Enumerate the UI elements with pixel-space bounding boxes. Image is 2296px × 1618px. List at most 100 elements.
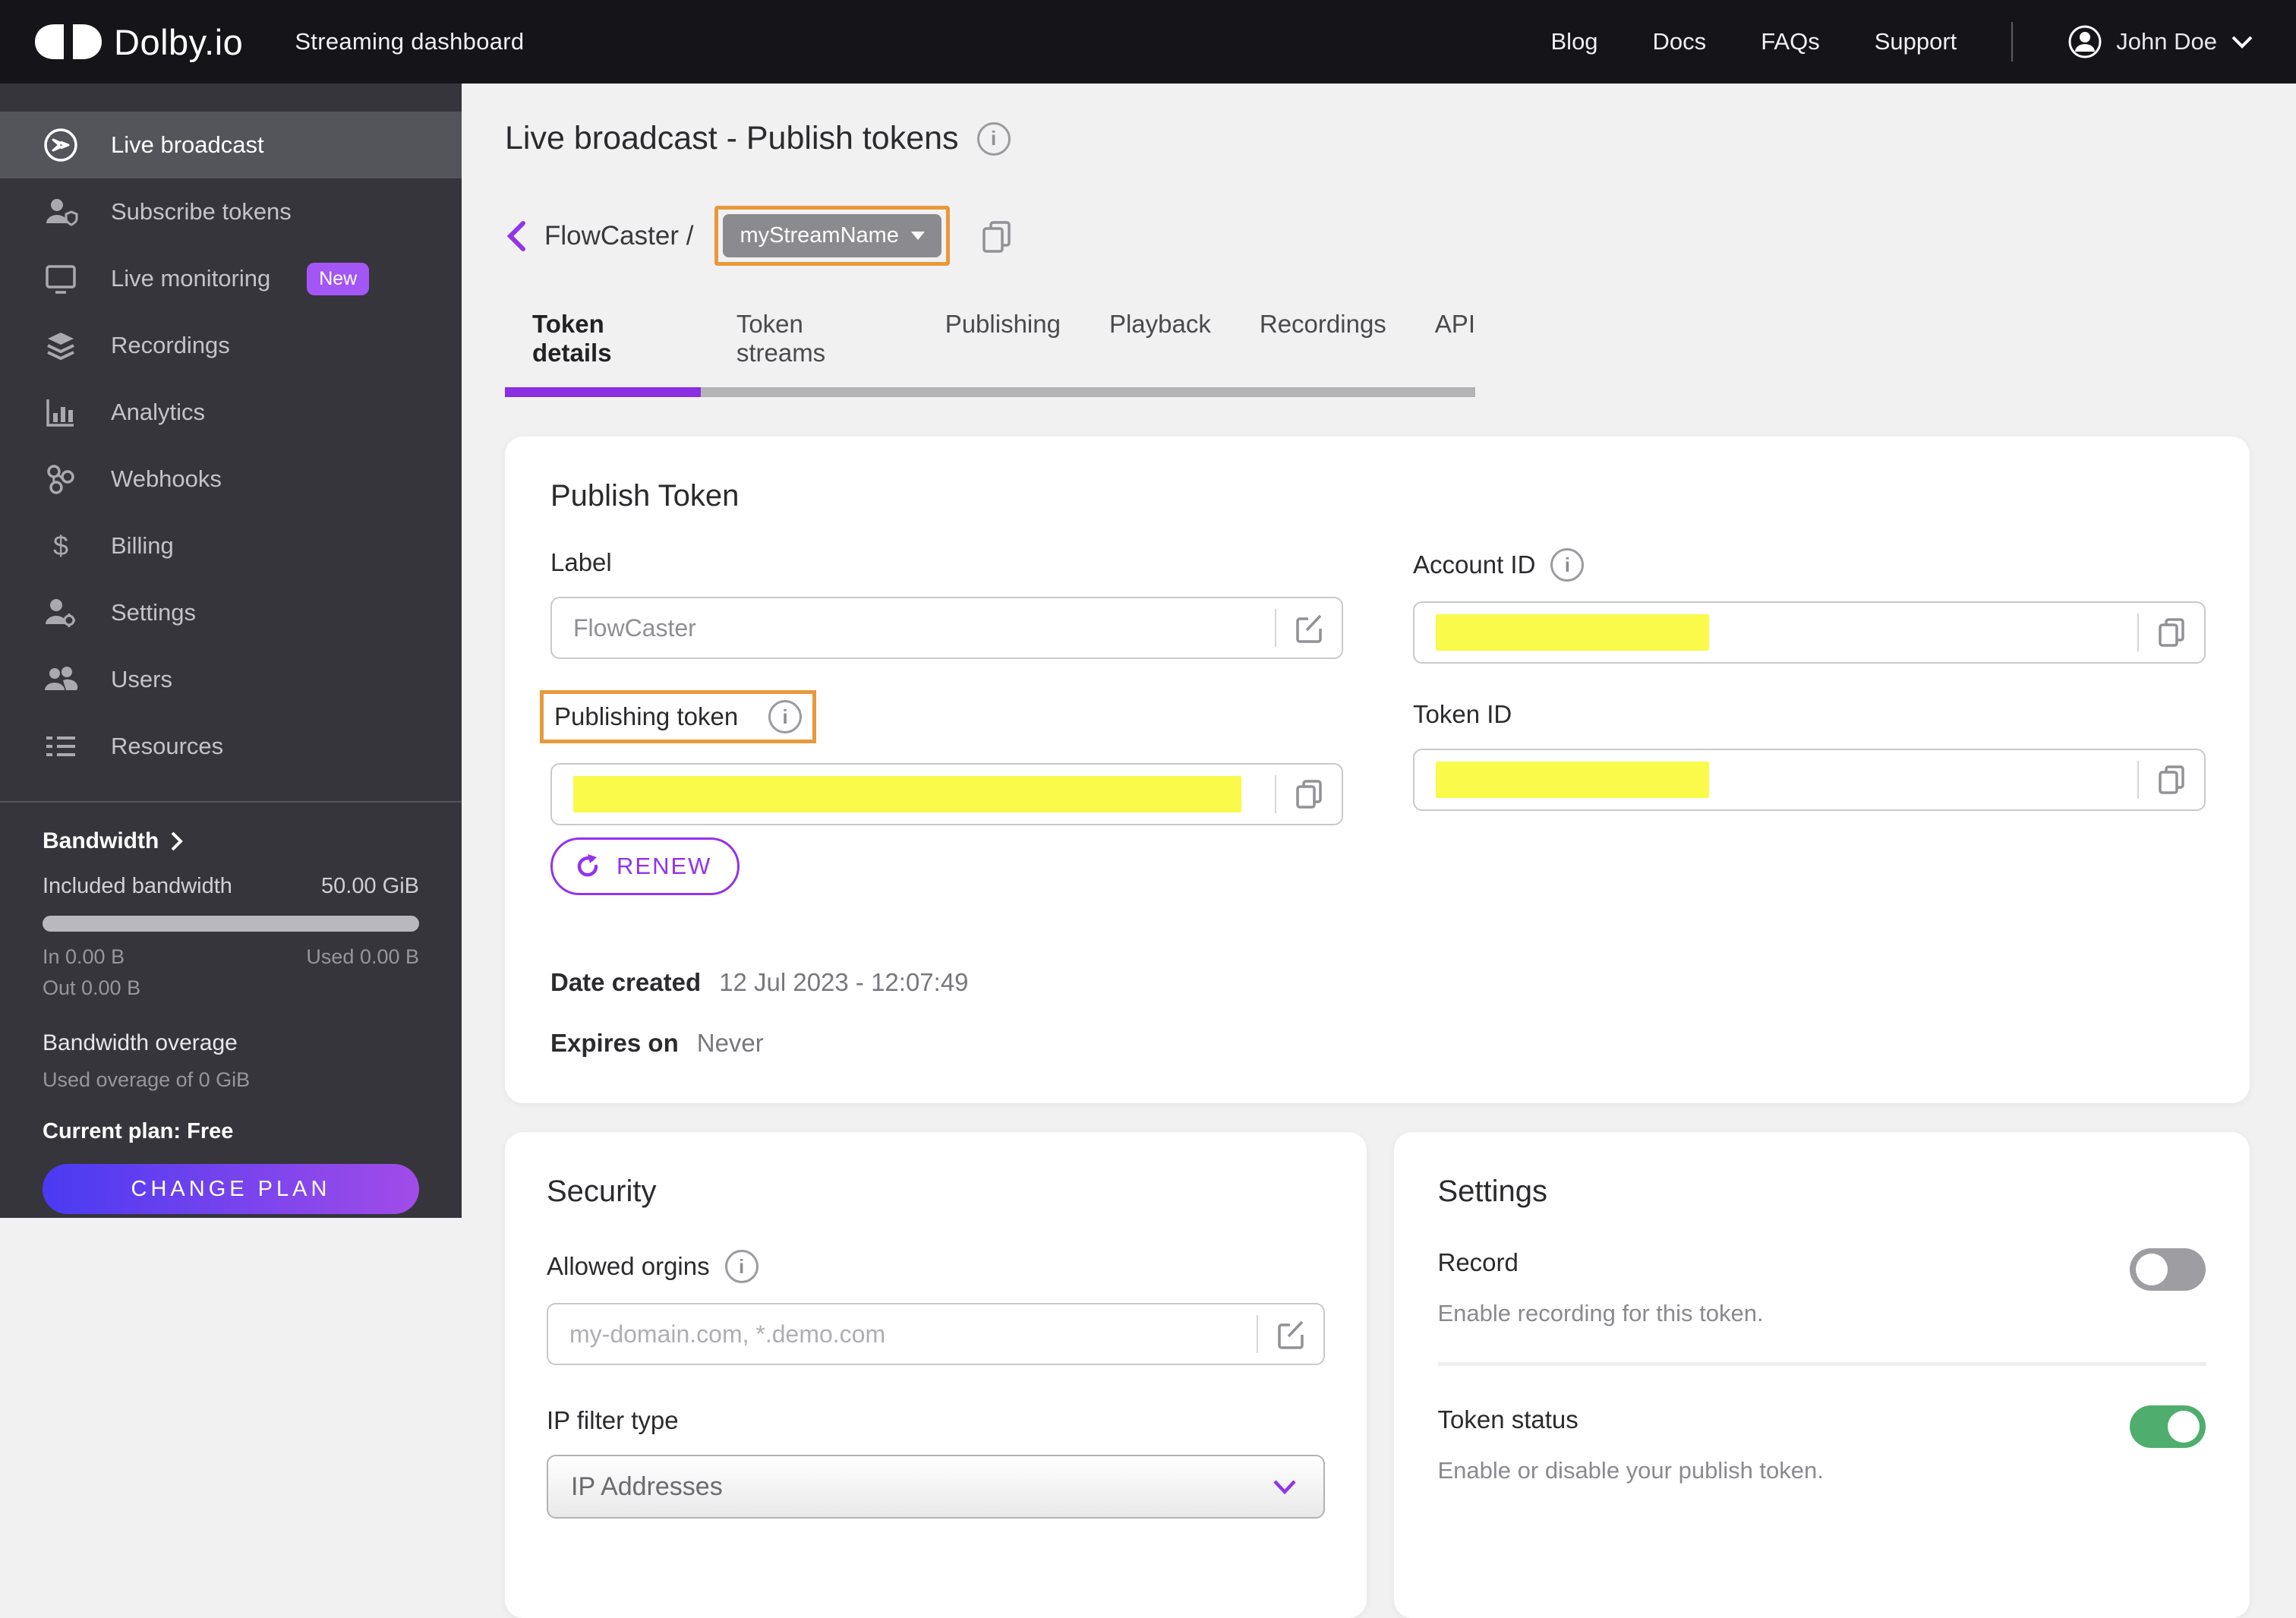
publishing-token-info-icon[interactable]: i — [768, 700, 803, 733]
sidebar-item-label: Resources — [111, 733, 224, 759]
account-id-input[interactable] — [1413, 601, 2206, 664]
publishing-token-input[interactable] — [550, 763, 1343, 825]
copy-token-id-button[interactable] — [2154, 762, 2189, 797]
publishing-token-field: Publishing token i RENEW — [540, 690, 1343, 895]
input-divider — [1275, 609, 1276, 647]
input-divider — [2137, 761, 2139, 799]
token-id-field: Token ID — [1413, 700, 2206, 895]
sidebar-item-billing[interactable]: $ Billing — [0, 513, 462, 579]
broadcast-icon — [43, 127, 79, 163]
edit-origins-button[interactable] — [1273, 1317, 1308, 1351]
copy-account-id-button[interactable] — [2154, 615, 2189, 650]
sidebar-item-live-monitoring[interactable]: Live monitoring New — [0, 245, 462, 312]
token-id-redacted-value — [1436, 762, 1709, 798]
publishing-token-redacted-value — [573, 776, 1241, 812]
nav-docs[interactable]: Docs — [1653, 28, 1707, 55]
tab-underline-active — [505, 387, 701, 397]
bandwidth-overage-detail: Used overage of 0 GiB — [43, 1068, 251, 1091]
change-plan-button[interactable]: CHANGE PLAN — [43, 1164, 419, 1214]
publish-token-title: Publish Token — [550, 479, 740, 513]
sidebar-item-label: Recordings — [111, 332, 230, 358]
bandwidth-header[interactable]: Bandwidth — [43, 828, 419, 854]
dolby-logo-icon — [35, 24, 102, 59]
back-chevron-icon[interactable] — [505, 219, 528, 253]
sidebar-item-subscribe-tokens[interactable]: Subscribe tokens — [0, 178, 462, 245]
input-divider — [2137, 613, 2139, 651]
sidebar-item-label: Subscribe tokens — [111, 198, 292, 225]
expires-on-value: Never — [696, 1029, 764, 1057]
sidebar-item-live-broadcast[interactable]: Live broadcast — [0, 112, 462, 178]
account-id-info-icon[interactable]: i — [1550, 548, 1585, 582]
account-id-redacted-value — [1436, 614, 1709, 651]
ip-filter-type-label: IP filter type — [547, 1406, 679, 1434]
person-gear-icon — [43, 595, 79, 630]
sidebar-item-label: Analytics — [111, 399, 206, 425]
ip-filter-select[interactable]: IP Addresses — [547, 1455, 1325, 1519]
ip-filter-value: IP Addresses — [571, 1471, 723, 1501]
sidebar-item-recordings[interactable]: Recordings — [0, 312, 462, 379]
select-chevron-down-icon — [1273, 1480, 1296, 1495]
current-plan-label: Current plan: Free — [43, 1119, 234, 1143]
allowed-origins-input[interactable] — [547, 1303, 1325, 1365]
tab-token-details[interactable]: Token details — [532, 310, 688, 387]
sidebar: Live broadcast Subscribe tokens Live mon… — [0, 84, 462, 1218]
settings-card: Settings Record Enable recording for thi… — [1393, 1132, 2250, 1618]
tab-bar: Token details Token streams Publishing P… — [505, 310, 1475, 397]
user-menu[interactable]: John Doe — [2067, 24, 2253, 59]
allowed-origins-info-icon[interactable]: i — [724, 1250, 758, 1283]
bandwidth-used: Used 0.00 B — [306, 945, 419, 968]
chevron-right-icon — [171, 831, 184, 851]
label-input-value: FlowCaster — [573, 613, 696, 642]
date-created-value: 12 Jul 2023 - 12:07:49 — [719, 968, 969, 996]
stream-name-dropdown[interactable]: myStreamName — [723, 214, 941, 257]
sidebar-item-label: Billing — [111, 532, 174, 559]
token-status-description: Enable or disable your publish token. — [1437, 1457, 1824, 1484]
nav-faqs[interactable]: FAQs — [1761, 28, 1820, 55]
tab-api[interactable]: API — [1435, 310, 1475, 387]
token-id-input[interactable] — [1413, 749, 2206, 811]
nav-blog[interactable]: Blog — [1551, 28, 1598, 55]
sidebar-item-label: Webhooks — [111, 465, 222, 492]
label-input[interactable]: FlowCaster — [550, 597, 1343, 659]
sidebar-item-resources[interactable]: Resources — [0, 713, 462, 780]
sidebar-item-settings[interactable]: Settings — [0, 579, 462, 646]
tab-token-streams[interactable]: Token streams — [736, 310, 897, 387]
new-badge: New — [307, 262, 370, 295]
security-card: Security Allowed orgins i IP filter type… — [505, 1132, 1367, 1618]
allowed-origins-text-input[interactable] — [569, 1320, 1241, 1348]
edit-label-button[interactable] — [1292, 610, 1326, 645]
sidebar-nav: Live broadcast Subscribe tokens Live mon… — [0, 84, 462, 780]
sidebar-item-webhooks[interactable]: Webhooks — [0, 446, 462, 513]
copy-stream-name-button[interactable] — [977, 216, 1017, 256]
page-title: Live broadcast - Publish tokens — [505, 120, 959, 156]
renew-button[interactable]: RENEW — [550, 837, 740, 895]
renew-label: RENEW — [617, 853, 712, 879]
record-toggle[interactable] — [2130, 1248, 2206, 1291]
main-content: Live broadcast - Publish tokens i FlowCa… — [462, 84, 2296, 1618]
bar-chart-icon — [43, 395, 79, 430]
bandwidth-overage-title: Bandwidth overage — [43, 1030, 238, 1055]
tab-underline-track — [505, 387, 1475, 397]
publishing-token-label: Publishing token — [554, 702, 739, 730]
list-icon — [43, 729, 79, 764]
tab-recordings[interactable]: Recordings — [1260, 310, 1386, 387]
bandwidth-title: Bandwidth — [43, 828, 159, 853]
bandwidth-out: Out 0.00 B — [43, 976, 141, 999]
sidebar-item-label: Users — [111, 666, 172, 692]
record-label: Record — [1437, 1248, 1519, 1276]
nav-support[interactable]: Support — [1875, 28, 1957, 55]
page-info-icon[interactable]: i — [976, 121, 1011, 156]
tab-playback[interactable]: Playback — [1109, 310, 1211, 387]
token-status-label: Token status — [1437, 1405, 1578, 1433]
layers-icon — [43, 328, 79, 363]
stream-name-annotation: myStreamName — [714, 206, 950, 266]
sidebar-item-users[interactable]: Users — [0, 646, 462, 713]
tab-publishing[interactable]: Publishing — [945, 310, 1061, 387]
copy-publishing-token-button[interactable] — [1292, 777, 1326, 812]
dolby-brand[interactable]: Dolby.io — [33, 21, 243, 63]
account-id-field: Account ID i — [1413, 548, 2206, 664]
breadcrumb-parent[interactable]: FlowCaster / — [544, 221, 693, 251]
sidebar-item-label: Live broadcast — [111, 131, 264, 158]
token-status-toggle[interactable] — [2130, 1405, 2206, 1448]
sidebar-item-analytics[interactable]: Analytics — [0, 379, 462, 446]
